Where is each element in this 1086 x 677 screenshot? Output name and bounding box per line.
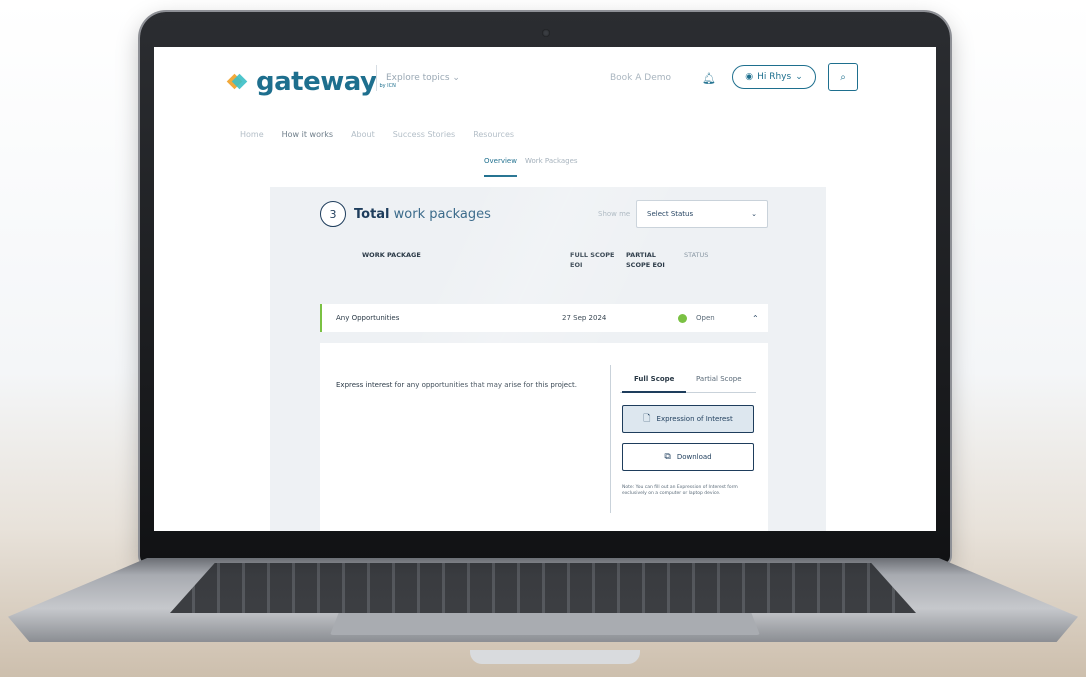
search-icon: ⌕ [840, 71, 846, 83]
eoi-button-label: Expression of Interest [656, 415, 733, 423]
laptop-screen: gateway by ICN Explore topics ⌄ Book A D… [154, 47, 936, 531]
package-count-badge: 3 [320, 201, 346, 227]
row-full-scope-date: 27 Sep 2024 [562, 314, 607, 322]
col-header-full-scope: FULL SCOPE EOI [570, 250, 614, 270]
expression-of-interest-button[interactable]: 🗋 Expression of Interest [622, 405, 754, 433]
table-row[interactable]: Any Opportunities 27 Sep 2024 Open ⌃ [320, 304, 768, 332]
laptop-trackpad [330, 613, 760, 635]
col-header-partial-scope-line1: PARTIAL [626, 251, 656, 259]
gateway-logo[interactable]: gateway by ICN [226, 67, 396, 97]
user-icon: ◉ [745, 72, 754, 82]
document-icon: 🗋 [643, 414, 651, 424]
detail-divider [610, 365, 611, 513]
explore-label: Explore topics [386, 73, 450, 83]
sub-tabs: Overview Work Packages [484, 157, 578, 177]
header-divider [376, 65, 377, 91]
book-demo-link[interactable]: Book A Demo [610, 73, 671, 83]
tab-overview[interactable]: Overview [484, 157, 517, 177]
laptop-keyboard [170, 563, 916, 613]
tab-full-scope[interactable]: Full Scope [634, 375, 674, 383]
tab-partial-scope[interactable]: Partial Scope [696, 375, 742, 383]
chevron-up-icon[interactable]: ⌃ [752, 314, 759, 323]
col-header-full-scope-line1: FULL SCOPE [570, 251, 615, 259]
chevron-down-icon: ⌄ [795, 72, 803, 82]
download-button[interactable]: ⧉ Download [622, 443, 754, 471]
row-detail: Express interest for any opportunities t… [320, 343, 768, 531]
status-badge: Open [696, 314, 715, 322]
chevron-down-icon: ⌄ [751, 210, 757, 218]
col-header-full-scope-line2: EOI [570, 261, 583, 269]
nav-item-resources[interactable]: Resources [473, 130, 514, 139]
col-header-partial-scope: PARTIAL SCOPE EOI [626, 250, 665, 270]
nav-item-about[interactable]: About [351, 130, 375, 139]
status-select[interactable]: Select Status ⌄ [636, 200, 768, 228]
laptop-lid: gateway by ICN Explore topics ⌄ Book A D… [140, 12, 950, 564]
search-button[interactable]: ⌕ [828, 63, 858, 91]
nav-item-how-it-works[interactable]: How it works [282, 130, 333, 139]
chevron-down-icon: ⌄ [452, 73, 460, 83]
count-title-rest: work packages [393, 206, 491, 222]
notification-bell-icon[interactable]: 🔔︎ [702, 72, 716, 85]
user-menu-button[interactable]: ◉ Hi Rhys ⌄ [732, 65, 816, 89]
col-header-partial-scope-line2: SCOPE EOI [626, 261, 665, 269]
camera-icon [542, 29, 550, 37]
device-note: Note: You can fill out an Expression of … [622, 485, 738, 496]
row-name: Any Opportunities [336, 314, 400, 322]
detail-description: Express interest for any opportunities t… [336, 381, 577, 389]
nav-item-home[interactable]: Home [240, 130, 264, 139]
tab-work-packages[interactable]: Work Packages [525, 157, 578, 177]
main-nav: Home How it works About Success Stories … [240, 130, 514, 139]
status-dot [678, 313, 687, 323]
external-link-icon: ⧉ [664, 452, 671, 462]
scope-tabs: Full Scope Partial Scope [620, 371, 756, 393]
tab-underline [622, 391, 686, 393]
logo-subtext: by ICN [379, 83, 396, 89]
diamond-logo-icon [226, 71, 250, 93]
explore-topics-dropdown[interactable]: Explore topics ⌄ [386, 73, 460, 83]
col-header-work-package: WORK PACKAGE [362, 251, 421, 259]
logo-text: gateway [256, 67, 377, 97]
laptop-base-lip [470, 650, 640, 664]
show-me-label: Show me [598, 210, 631, 218]
col-header-status: STATUS [684, 251, 709, 259]
top-bar: gateway by ICN Explore topics ⌄ Book A D… [154, 47, 936, 107]
status-select-value: Select Status [647, 210, 694, 218]
nav-item-success-stories[interactable]: Success Stories [393, 130, 455, 139]
user-label: Hi Rhys [757, 72, 792, 82]
count-title-bold: Total [354, 206, 390, 222]
gateway-site: gateway by ICN Explore topics ⌄ Book A D… [154, 47, 936, 531]
package-count-heading: 3 Total work packages [320, 201, 491, 227]
work-packages-panel: 3 Total work packages Show me Select Sta… [270, 187, 826, 531]
package-count-title: Total work packages [354, 207, 491, 222]
download-button-label: Download [676, 453, 712, 461]
